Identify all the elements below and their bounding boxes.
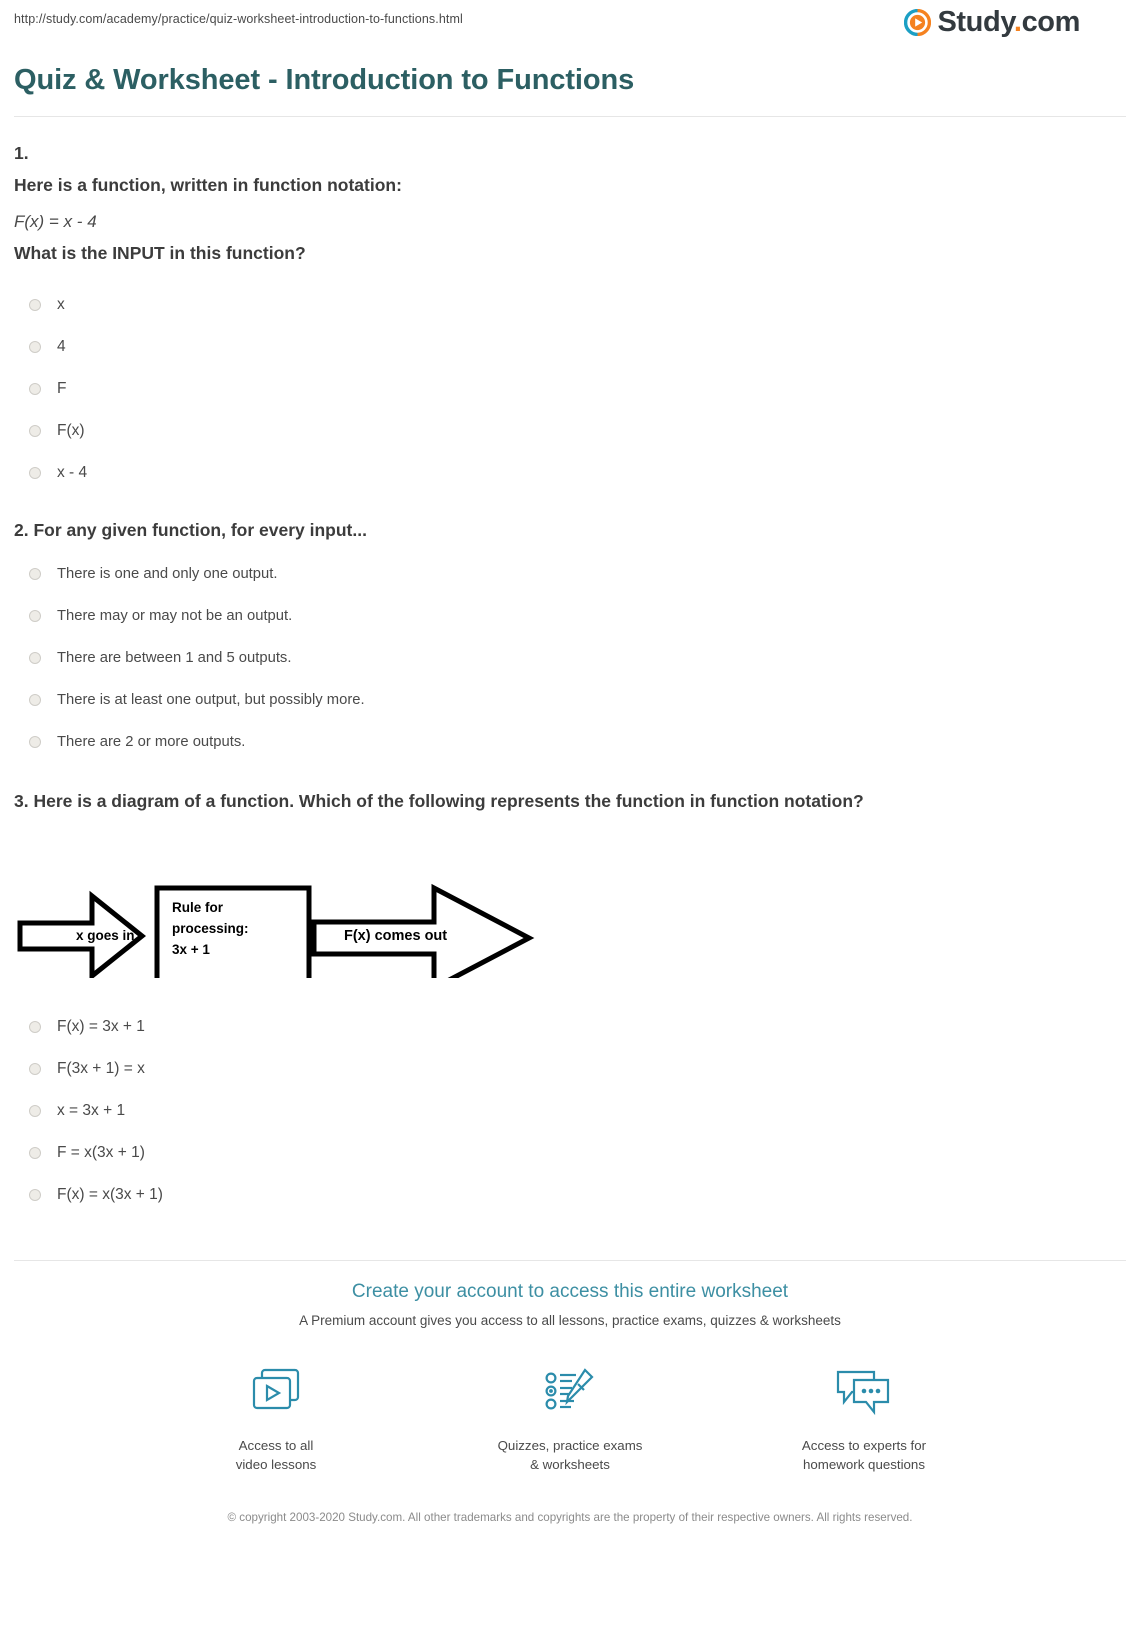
promo-perks-list: Access to all video lessons Quizzes, pra… — [0, 1362, 1140, 1475]
option-row[interactable]: x — [14, 284, 1126, 326]
chat-bubbles-icon — [769, 1362, 959, 1424]
option-label: There may or may not be an output. — [57, 608, 293, 624]
option-row[interactable]: 4 — [14, 326, 1126, 368]
question-2-heading: 2. For any given function, for every inp… — [14, 520, 367, 540]
perk-text: Access to all video lessons — [181, 1436, 371, 1475]
perk-line-1: Quizzes, practice exams — [497, 1438, 643, 1453]
option-row[interactable]: x = 3x + 1 — [14, 1090, 1126, 1132]
option-label: F(x) = x(3x + 1) — [57, 1186, 163, 1203]
option-label: There are 2 or more outputs. — [57, 734, 246, 750]
question-3: 3. Here is a diagram of a function. Whic… — [14, 791, 1126, 1216]
option-label: There is at least one output, but possib… — [57, 692, 365, 708]
perk-line-2: homework questions — [803, 1457, 925, 1473]
option-label: 4 — [57, 338, 66, 355]
perk-text: Quizzes, practice exams & worksheets — [475, 1436, 665, 1475]
radio-button-icon[interactable] — [29, 1147, 41, 1159]
option-row[interactable]: F(x) = 3x + 1 — [14, 1006, 1126, 1048]
perk-text: Access to experts for homework questions — [769, 1436, 959, 1475]
option-label: F — [57, 380, 67, 397]
perk-line-2: & worksheets — [530, 1457, 610, 1473]
diagram-output-label: F(x) comes out — [344, 928, 448, 944]
radio-button-icon[interactable] — [29, 1063, 41, 1075]
radio-button-icon[interactable] — [29, 568, 41, 580]
option-row[interactable]: F = x(3x + 1) — [14, 1132, 1126, 1174]
play-circle-icon — [904, 8, 932, 37]
option-row[interactable]: F(x) — [14, 410, 1126, 452]
promo-headline[interactable]: Create your account to access this entir… — [0, 1281, 1140, 1303]
question-1-subprompt: What is the INPUT in this function? — [14, 243, 306, 263]
option-row[interactable]: x - 4 — [14, 452, 1126, 494]
option-row[interactable]: F — [14, 368, 1126, 410]
radio-button-icon[interactable] — [29, 1021, 41, 1033]
perk-line-2: video lessons — [235, 1457, 317, 1473]
quiz-pencil-icon — [475, 1362, 665, 1424]
perk-line-1: Access to experts for — [801, 1438, 927, 1453]
radio-button-icon[interactable] — [29, 383, 41, 395]
copyright-notice: © copyright 2003-2020 Study.com. All oth… — [227, 1510, 913, 1524]
video-lessons-icon — [181, 1362, 371, 1424]
option-label: There is one and only one output. — [57, 566, 278, 582]
logo-dot: . — [1013, 6, 1022, 38]
option-label: F(3x + 1) = x — [57, 1060, 145, 1077]
option-label: F(x) = 3x + 1 — [57, 1018, 145, 1035]
radio-button-icon[interactable] — [29, 610, 41, 622]
option-label: x = 3x + 1 — [57, 1102, 126, 1119]
title-divider — [14, 116, 1126, 117]
radio-button-icon[interactable] — [29, 736, 41, 748]
page-title: Quiz & Worksheet - Introduction to Funct… — [14, 64, 635, 96]
premium-promo-section: Create your account to access this entir… — [0, 1261, 1140, 1526]
question-1-options: x 4 F F(x) x - 4 — [14, 284, 1126, 494]
diagram-input-label: x goes in — [76, 928, 135, 943]
option-row[interactable]: There may or may not be an output. — [14, 595, 1126, 637]
question-3-options: F(x) = 3x + 1 F(3x + 1) = x x = 3x + 1 F… — [14, 1006, 1126, 1216]
promo-subline: A Premium account gives you access to al… — [299, 1313, 841, 1328]
option-label: x - 4 — [57, 464, 88, 481]
question-2: 2. For any given function, for every inp… — [14, 520, 1126, 763]
question-1-prompt: Here is a function, written in function … — [14, 175, 402, 195]
logo-word-com: com — [1021, 6, 1081, 38]
radio-button-icon[interactable] — [29, 1189, 41, 1201]
question-1-number: 1. — [14, 143, 29, 163]
worksheet-body: 1. Here is a function, written in functi… — [0, 143, 1140, 1216]
perk-item: Access to all video lessons — [181, 1362, 371, 1475]
perk-item: Access to experts for homework questions — [769, 1362, 959, 1475]
option-row[interactable]: F(3x + 1) = x — [14, 1048, 1126, 1090]
option-label: There are between 1 and 5 outputs. — [57, 650, 292, 666]
diagram-box-line-1: Rule for — [172, 900, 224, 915]
logo-wordmark: Study.com — [937, 8, 1080, 37]
option-label: x — [57, 296, 65, 313]
diagram-box-line-2: processing: — [172, 921, 249, 936]
option-row[interactable]: There is at least one output, but possib… — [14, 679, 1126, 721]
radio-button-icon[interactable] — [29, 467, 41, 479]
radio-button-icon[interactable] — [29, 425, 41, 437]
radio-button-icon[interactable] — [29, 299, 41, 311]
option-row[interactable]: There is one and only one output. — [14, 553, 1126, 595]
option-row[interactable]: F(x) = x(3x + 1) — [14, 1174, 1126, 1216]
option-row[interactable]: There are between 1 and 5 outputs. — [14, 637, 1126, 679]
option-label: F = x(3x + 1) — [57, 1144, 145, 1161]
question-1: 1. Here is a function, written in functi… — [14, 143, 1126, 494]
radio-button-icon[interactable] — [29, 1105, 41, 1117]
diagram-box-line-3: 3x + 1 — [172, 942, 210, 957]
question-1-formula: F(x) = x - 4 — [14, 212, 97, 231]
browser-url-bar: http://study.com/academy/practice/quiz-w… — [0, 0, 1140, 48]
perk-line-1: Access to all — [238, 1438, 314, 1453]
function-machine-diagram: x goes in Rule for processing: 3x + 1 F(… — [14, 848, 1126, 998]
option-row[interactable]: There are 2 or more outputs. — [14, 721, 1126, 763]
study-com-logo[interactable]: Study.com — [904, 8, 1080, 37]
radio-button-icon[interactable] — [29, 652, 41, 664]
radio-button-icon[interactable] — [29, 694, 41, 706]
radio-button-icon[interactable] — [29, 341, 41, 353]
option-label: F(x) — [57, 422, 85, 439]
question-2-options: There is one and only one output. There … — [14, 553, 1126, 763]
logo-word-study: Study — [937, 6, 1014, 38]
perk-item: Quizzes, practice exams & worksheets — [475, 1362, 665, 1475]
question-3-heading: 3. Here is a diagram of a function. Whic… — [14, 791, 864, 811]
